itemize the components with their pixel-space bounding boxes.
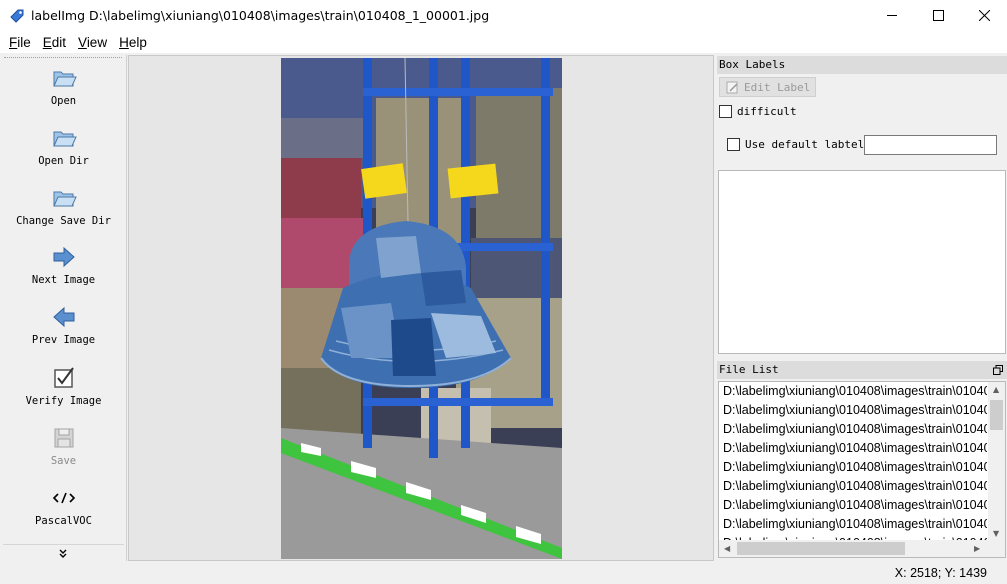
minimize-icon bbox=[886, 15, 897, 16]
code-icon bbox=[51, 485, 77, 511]
default-label-input[interactable] bbox=[864, 135, 997, 155]
close-icon bbox=[978, 10, 990, 21]
difficult-checkbox[interactable] bbox=[719, 105, 732, 118]
list-item[interactable]: D:\labelimg\xiuniang\010408\images\train… bbox=[719, 382, 987, 401]
list-item[interactable]: D:\labelimg\xiuniang\010408\images\train… bbox=[719, 420, 987, 439]
scroll-right-icon[interactable]: ▶ bbox=[974, 544, 980, 553]
status-bar: X: 2518; Y: 1439 bbox=[0, 561, 1007, 584]
scroll-down-icon[interactable]: ▼ bbox=[993, 529, 999, 538]
maximize-button[interactable] bbox=[915, 0, 961, 31]
pascalvoc-button[interactable]: PascalVOC bbox=[0, 485, 127, 527]
window-title: labelImg D:\labelimg\xiuniang\010408\ima… bbox=[31, 8, 490, 23]
list-item[interactable]: D:\labelimg\xiuniang\010408\images\train… bbox=[719, 477, 987, 496]
open-label: Open bbox=[50, 95, 77, 107]
box-labels-header: Box Labels bbox=[717, 56, 1007, 74]
use-default-label-checkbox[interactable] bbox=[727, 138, 740, 151]
minimize-button[interactable] bbox=[869, 0, 915, 31]
title-bar: labelImg D:\labelimg\xiuniang\010408\ima… bbox=[0, 0, 1007, 31]
vertical-scrollbar[interactable]: ▲ ▼ bbox=[988, 382, 1005, 541]
edit-label-text: Edit Label bbox=[744, 80, 811, 94]
list-item[interactable]: D:\labelimg\xiuniang\010408\images\train… bbox=[719, 401, 987, 420]
checkbox-icon bbox=[51, 365, 77, 391]
save-label: Save bbox=[50, 455, 77, 467]
edit-label-button[interactable]: Edit Label bbox=[719, 77, 816, 97]
toolbar-separator bbox=[3, 544, 124, 545]
save-icon bbox=[51, 425, 77, 451]
toolbar-grip[interactable] bbox=[4, 57, 122, 60]
difficult-checkbox-row[interactable]: difficult bbox=[719, 105, 797, 118]
prev-image-label: Prev Image bbox=[31, 334, 96, 346]
file-list-title: File List bbox=[719, 363, 779, 376]
horizontal-scroll-thumb[interactable] bbox=[737, 542, 905, 555]
list-item[interactable]: D:\labelimg\xiuniang\010408\images\train… bbox=[719, 458, 987, 477]
open-dir-label: Open Dir bbox=[38, 155, 89, 167]
use-default-label-text: Use default labtel bbox=[745, 138, 865, 151]
change-save-dir-label: Change Save Dir bbox=[16, 215, 111, 227]
arrow-right-icon bbox=[51, 244, 77, 270]
toolbar: Open Open Dir Change Save Dir Next Image… bbox=[0, 55, 127, 561]
label-list[interactable] bbox=[718, 170, 1006, 354]
file-list[interactable]: D:\labelimg\xiuniang\010408\images\train… bbox=[718, 381, 1006, 558]
list-item[interactable]: D:\labelimg\xiuniang\010408\images\train… bbox=[719, 439, 987, 458]
menu-file[interactable]: File bbox=[3, 35, 37, 50]
horizontal-scrollbar[interactable]: ◀ ▶ bbox=[719, 540, 1005, 557]
float-dock-icon[interactable] bbox=[993, 365, 1003, 375]
image-canvas[interactable] bbox=[128, 55, 714, 561]
folder-open-icon bbox=[51, 65, 77, 91]
photo-illustration bbox=[281, 58, 562, 559]
scroll-up-icon[interactable]: ▲ bbox=[993, 385, 999, 394]
file-list-header: File List bbox=[717, 361, 1007, 379]
scroll-left-icon[interactable]: ◀ bbox=[724, 544, 730, 553]
list-item[interactable]: D:\labelimg\xiuniang\010408\images\train… bbox=[719, 496, 987, 515]
image-photo bbox=[281, 58, 562, 559]
menu-edit[interactable]: Edit bbox=[37, 35, 72, 50]
tag-icon bbox=[10, 9, 24, 23]
vertical-scroll-thumb[interactable] bbox=[990, 400, 1003, 430]
use-default-label-row[interactable]: Use default labtel bbox=[727, 138, 864, 151]
menu-bar: File Edit View Help bbox=[0, 31, 1007, 53]
folder-open-icon bbox=[51, 125, 77, 151]
verify-image-label: Verify Image bbox=[25, 395, 102, 407]
next-image-label: Next Image bbox=[31, 274, 96, 286]
cursor-coordinates: X: 2518; Y: 1439 bbox=[894, 566, 987, 580]
difficult-label: difficult bbox=[737, 105, 797, 118]
change-save-dir-button[interactable]: Change Save Dir bbox=[0, 185, 127, 227]
edit-icon bbox=[726, 81, 738, 93]
save-button[interactable]: Save bbox=[0, 425, 127, 467]
next-image-button[interactable]: Next Image bbox=[0, 244, 127, 286]
menu-help[interactable]: Help bbox=[113, 35, 153, 50]
folder-open-icon bbox=[51, 185, 77, 211]
open-dir-button[interactable]: Open Dir bbox=[0, 125, 127, 167]
arrow-left-icon bbox=[51, 304, 77, 330]
list-item[interactable]: D:\labelimg\xiuniang\010408\images\train… bbox=[719, 515, 987, 534]
pascalvoc-label: PascalVOC bbox=[35, 515, 92, 527]
open-button[interactable]: Open bbox=[0, 65, 127, 107]
chevron-down-double-icon[interactable] bbox=[58, 549, 68, 559]
maximize-icon bbox=[932, 10, 944, 21]
menu-view[interactable]: View bbox=[72, 35, 113, 50]
verify-image-button[interactable]: Verify Image bbox=[0, 365, 127, 407]
prev-image-button[interactable]: Prev Image bbox=[0, 304, 127, 346]
close-button[interactable] bbox=[961, 0, 1007, 31]
